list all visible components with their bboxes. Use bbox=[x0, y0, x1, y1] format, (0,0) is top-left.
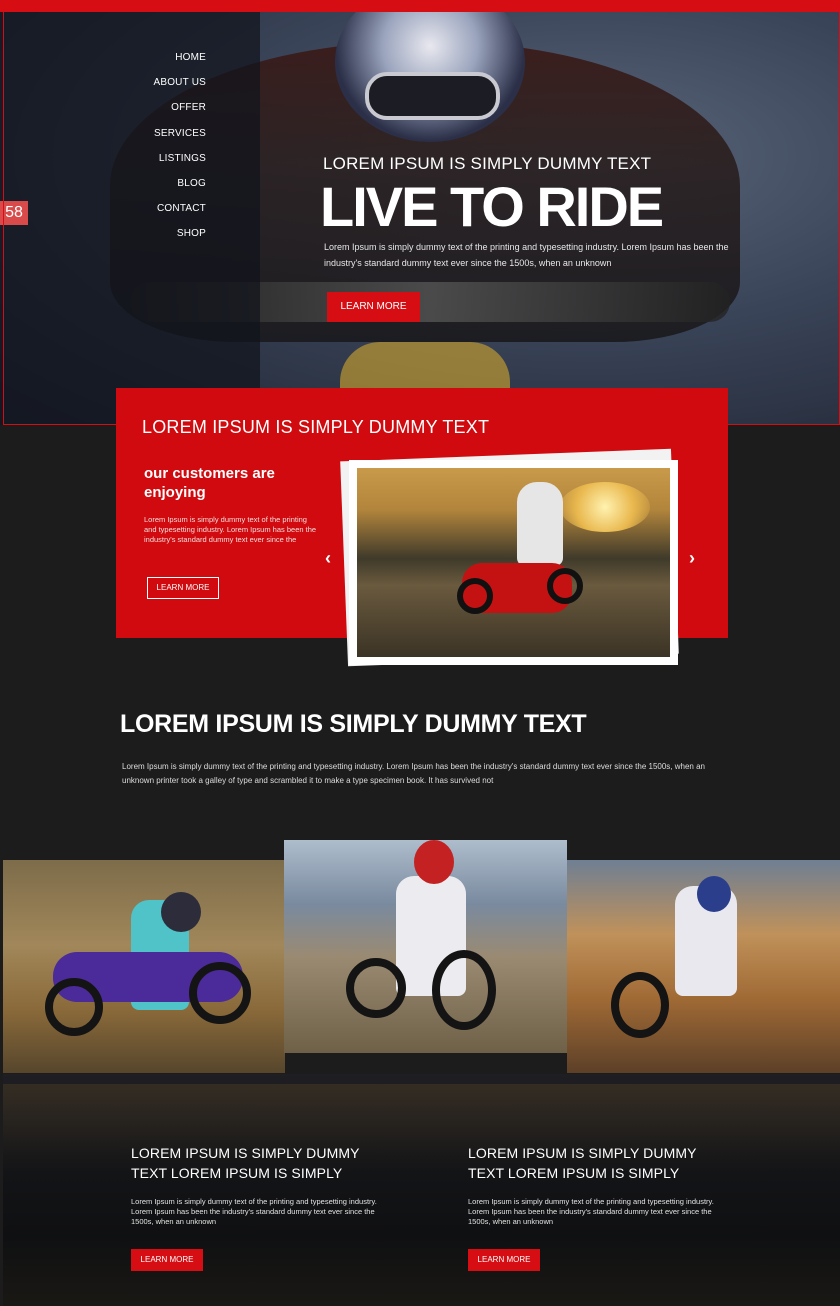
carousel-prev-arrow-icon[interactable]: ‹ bbox=[325, 548, 331, 569]
bottom-column-text: Lorem Ipsum is simply dummy text of the … bbox=[131, 1197, 377, 1226]
helmet-image bbox=[161, 892, 201, 932]
bottom-column-text: Lorem Ipsum is simply dummy text of the … bbox=[468, 1197, 714, 1226]
bike-wheel-image bbox=[189, 962, 251, 1024]
gallery-image-3[interactable] bbox=[567, 860, 840, 1073]
bike-wheel-image bbox=[547, 568, 583, 604]
bottom-learn-more-button[interactable]: LEARN MORE bbox=[468, 1249, 540, 1271]
carousel-photo-image bbox=[357, 468, 670, 657]
top-accent-bar bbox=[0, 0, 840, 12]
section-text: Lorem Ipsum is simply dummy text of the … bbox=[122, 762, 705, 785]
gallery-image-2[interactable] bbox=[284, 840, 567, 1053]
bike-wheel-image bbox=[432, 950, 496, 1030]
feature-learn-more-button[interactable]: LEARN MORE bbox=[147, 577, 219, 599]
bike-wheel-image bbox=[45, 978, 103, 1036]
bottom-column-title: LOREM IPSUM IS SIMPLY DUMMY TEXT LOREM I… bbox=[468, 1145, 697, 1181]
feature-title: LOREM IPSUM IS SIMPLY DUMMY TEXT bbox=[142, 417, 490, 437]
hero-section: HOME ABOUT US OFFER SERVICES LISTINGS BL… bbox=[0, 12, 840, 425]
helmet-image bbox=[697, 876, 731, 912]
bike-wheel-image bbox=[346, 958, 406, 1018]
bottom-column-1: LOREM IPSUM IS SIMPLY DUMMY TEXT LOREM I… bbox=[131, 1143, 391, 1271]
gallery-image-1[interactable] bbox=[3, 860, 285, 1073]
rider-image bbox=[517, 482, 563, 566]
bike-wheel-image bbox=[611, 972, 669, 1038]
bottom-column-title: LOREM IPSUM IS SIMPLY DUMMY TEXT LOREM I… bbox=[131, 1145, 360, 1181]
bottom-learn-more-button[interactable]: LEARN MORE bbox=[131, 1249, 203, 1271]
feature-subtitle: our customers are enjoying bbox=[144, 465, 275, 501]
helmet-image bbox=[414, 840, 454, 884]
bike-wheel-image bbox=[457, 578, 493, 614]
hero-outline bbox=[3, 12, 840, 425]
carousel-photo bbox=[349, 460, 678, 665]
section-title: LOREM IPSUM IS SIMPLY DUMMY TEXT bbox=[120, 710, 587, 738]
feature-text: Lorem Ipsum is simply dummy text of the … bbox=[144, 515, 317, 544]
sun-image bbox=[560, 482, 650, 532]
bottom-column-2: LOREM IPSUM IS SIMPLY DUMMY TEXT LOREM I… bbox=[468, 1143, 728, 1271]
carousel-next-arrow-icon[interactable]: › bbox=[689, 548, 695, 569]
